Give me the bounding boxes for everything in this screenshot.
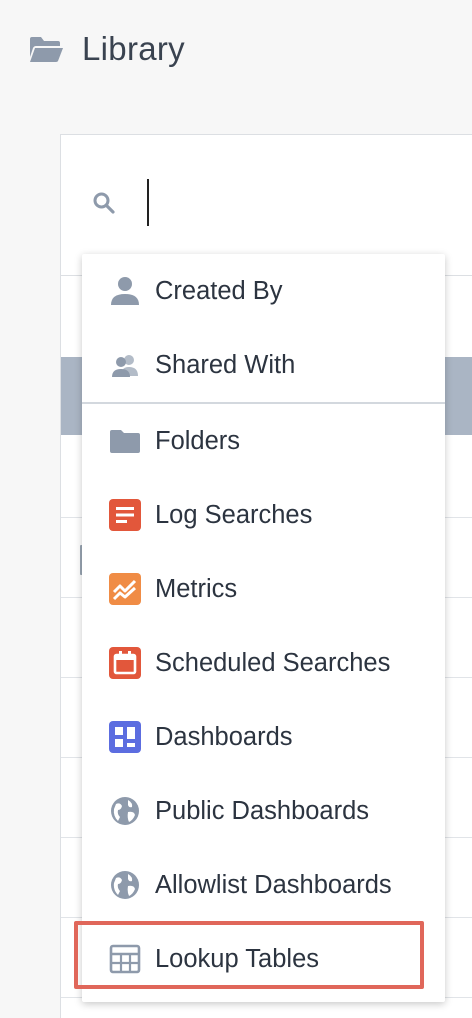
menu-item-dashboards[interactable]: Dashboards xyxy=(82,700,445,774)
globe-icon xyxy=(108,868,142,902)
page-header: Library xyxy=(28,30,185,68)
folder-open-icon xyxy=(30,37,63,62)
search-input[interactable] xyxy=(147,179,149,226)
metrics-icon xyxy=(108,572,142,606)
folder-icon xyxy=(108,424,142,458)
dashboard-icon xyxy=(108,720,142,754)
menu-item-log-searches[interactable]: Log Searches xyxy=(82,478,445,552)
menu-item-allowlist-dashboards[interactable]: Allowlist Dashboards xyxy=(82,848,445,922)
menu-item-scheduled-searches[interactable]: Scheduled Searches xyxy=(82,626,445,700)
menu-item-public-dashboards[interactable]: Public Dashboards xyxy=(82,774,445,848)
library-page: Library Created By Shared With Folders L… xyxy=(0,0,472,1018)
menu-item-folders[interactable]: Folders xyxy=(82,404,445,478)
menu-item-created-by[interactable]: Created By xyxy=(82,254,445,328)
users-icon xyxy=(108,348,142,382)
menu-item-shared-with[interactable]: Shared With xyxy=(82,328,445,402)
highlight-annotation xyxy=(74,921,424,989)
filter-dropdown-menu: Created By Shared With Folders Log Searc… xyxy=(82,254,445,1002)
log-search-icon xyxy=(108,498,142,532)
globe-icon xyxy=(108,794,142,828)
page-title: Library xyxy=(82,30,185,67)
search-icon xyxy=(93,192,115,214)
user-icon xyxy=(108,274,142,308)
menu-item-metrics[interactable]: Metrics xyxy=(82,552,445,626)
calendar-icon xyxy=(108,646,142,680)
